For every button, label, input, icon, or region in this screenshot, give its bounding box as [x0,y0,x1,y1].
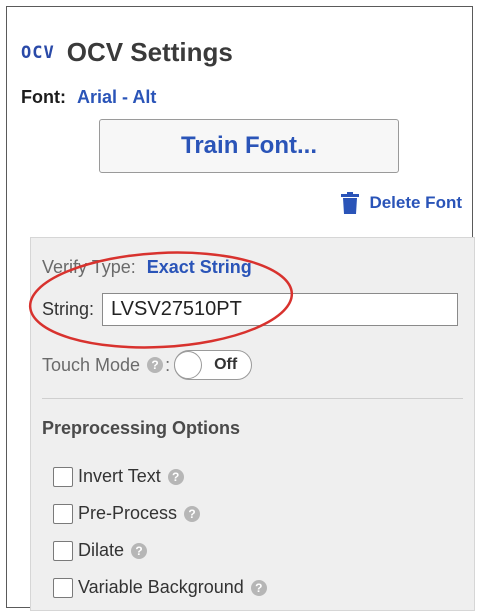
pre-process-checkbox[interactable] [53,503,73,524]
preprocessing-title: Preprocessing Options [42,418,241,438]
delete-font-button[interactable]: Delete Font [341,192,462,214]
trash-icon [341,192,360,214]
divider [42,398,463,399]
train-font-button[interactable]: Train Font... [99,119,399,173]
page-title: OCV Settings [66,37,233,67]
font-value-link[interactable]: Arial - Alt [77,87,156,107]
ocv-logo-icon: OCV [21,42,55,63]
help-icon[interactable]: ? [131,542,148,559]
variable-background-checkbox[interactable] [53,577,73,598]
touch-mode-colon: : [165,354,171,375]
dilate-checkbox[interactable] [53,540,73,561]
option-pre-process[interactable]: Pre-Process ? [53,495,267,532]
pre-process-label: Pre-Process [78,503,178,523]
option-variable-background[interactable]: Variable Background ? [53,569,267,606]
toggle-knob [174,351,203,379]
help-icon[interactable]: ? [184,505,201,522]
verify-panel: Verify Type: Exact String String: LVSV27… [28,237,475,611]
variable-background-label: Variable Background [78,577,244,597]
option-invert-text[interactable]: Invert Text ? [53,458,267,495]
ocv-settings-window: OCV OCV Settings Font: Arial - Alt Train… [6,6,475,611]
header: OCV OCV Settings [21,37,233,68]
toggle-state: Off [214,356,238,373]
invert-text-checkbox[interactable] [53,466,73,487]
preprocessing-options: Invert Text ? Pre-Process ? Dilate ? Var… [53,458,267,606]
touch-mode-toggle[interactable]: Off [174,350,253,380]
help-icon[interactable]: ? [250,579,267,596]
help-icon[interactable]: ? [147,357,164,373]
font-row: Font: Arial - Alt [21,87,156,108]
touch-mode-row: Touch Mode ? : Off [42,350,253,380]
font-label: Font: [21,87,66,107]
invert-text-label: Invert Text [78,466,161,486]
help-icon[interactable]: ? [167,468,184,485]
dilate-label: Dilate [78,540,125,560]
annotation-circle [28,251,294,349]
touch-mode-label: Touch Mode [42,354,141,375]
delete-font-label: Delete Font [369,193,462,212]
option-dilate[interactable]: Dilate ? [53,532,267,569]
